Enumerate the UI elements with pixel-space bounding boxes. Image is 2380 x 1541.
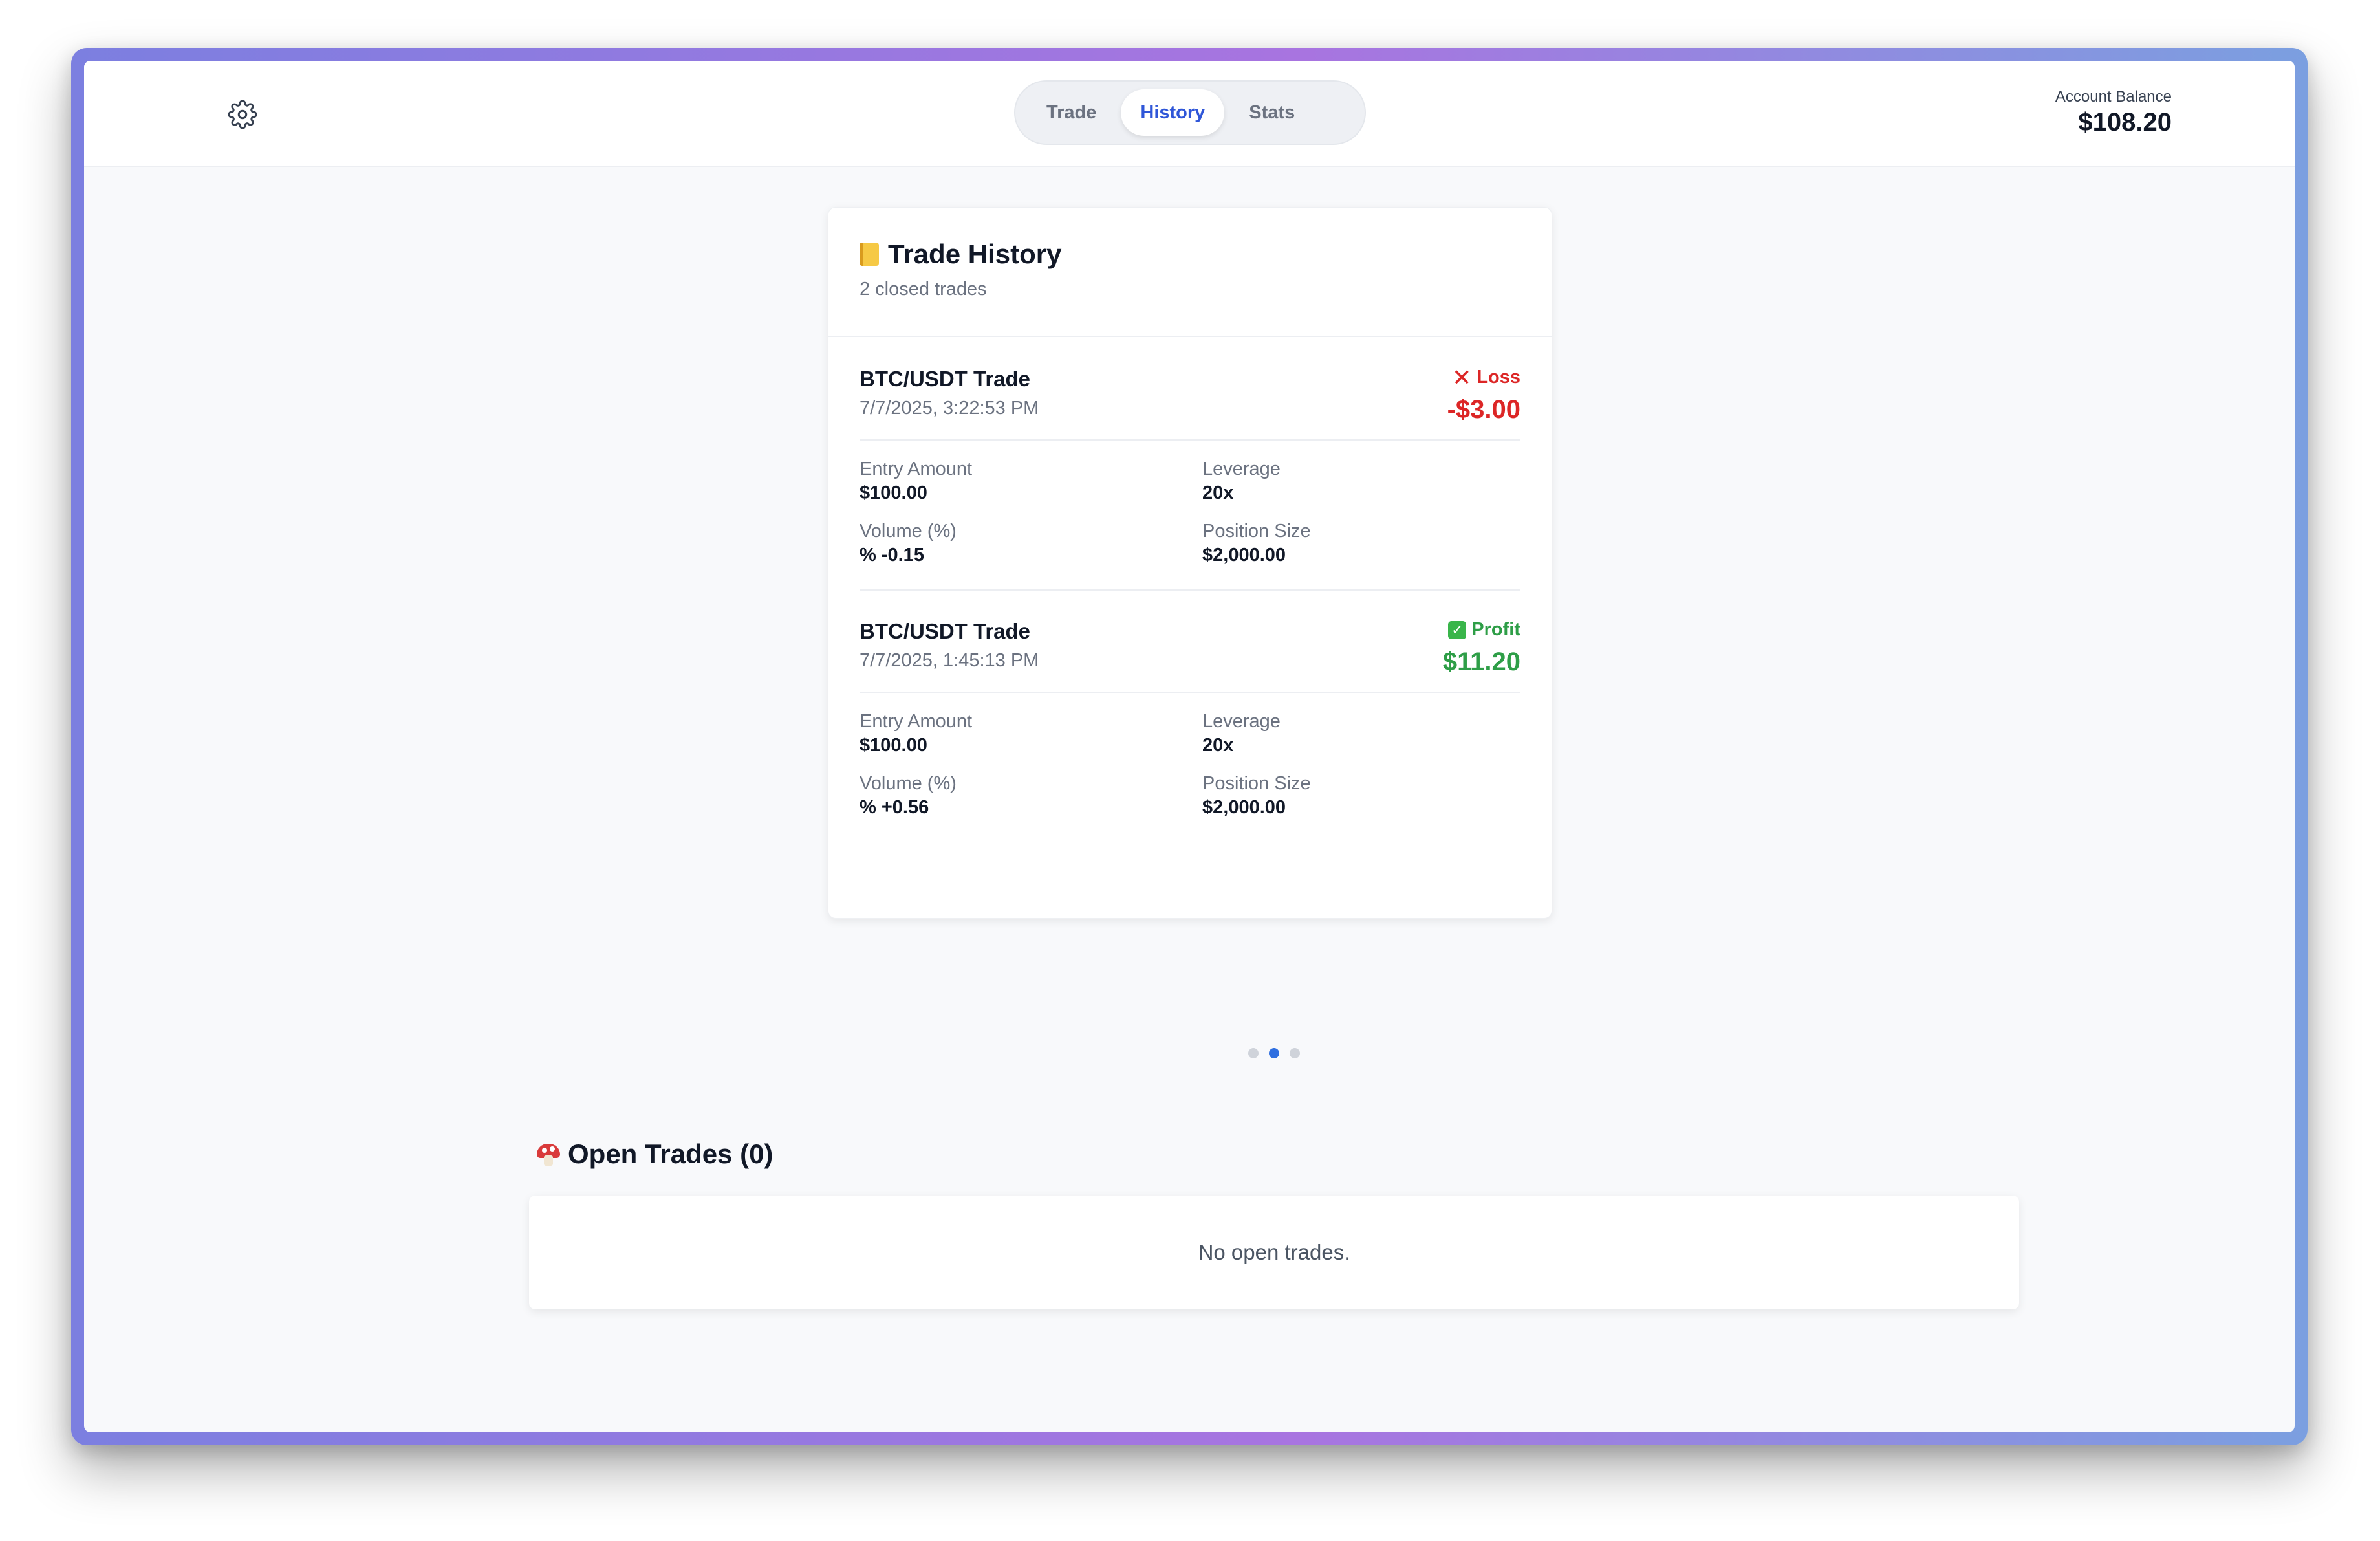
trade-pnl: $11.20 bbox=[1442, 648, 1520, 676]
leverage-value: 20x bbox=[1202, 735, 1234, 756]
trade-status: ✕ Loss bbox=[1452, 364, 1520, 391]
tab-stats[interactable]: Stats bbox=[1229, 89, 1314, 136]
trade-header: BTC/USDT Trade 7/7/2025, 1:45:13 PM ✓ Pr… bbox=[860, 589, 1520, 693]
leverage: Leverage 20x bbox=[1202, 710, 1281, 758]
check-mark-icon: ✓ bbox=[1448, 620, 1467, 639]
volume-label: Volume (%) bbox=[860, 521, 957, 541]
trade-item[interactable]: BTC/USDT Trade 7/7/2025, 1:45:13 PM ✓ Pr… bbox=[860, 589, 1520, 843]
trade-status-label: Loss bbox=[1477, 367, 1520, 388]
tab-trade[interactable]: Trade bbox=[1027, 89, 1116, 136]
mushroom-icon bbox=[537, 1142, 560, 1166]
trade-date: 7/7/2025, 1:45:13 PM bbox=[860, 650, 1039, 671]
trade-pnl: -$3.00 bbox=[1447, 395, 1520, 424]
position-size: Position Size $2,000.00 bbox=[1202, 772, 1311, 820]
balance-value: $108.20 bbox=[2078, 108, 2172, 137]
position-size-label: Position Size bbox=[1202, 773, 1311, 794]
empty-state-text: No open trades. bbox=[1198, 1240, 1350, 1264]
position-size-value: $2,000.00 bbox=[1202, 545, 1286, 565]
entry-amount-value: $100.00 bbox=[860, 735, 927, 756]
history-title-text: Trade History bbox=[888, 239, 1062, 269]
trade-date: 7/7/2025, 3:22:53 PM bbox=[860, 398, 1039, 419]
balance-label: Account Balance bbox=[2055, 88, 2172, 105]
position-size-label: Position Size bbox=[1202, 521, 1311, 541]
volume: Volume (%) % -0.15 bbox=[860, 519, 957, 567]
leverage-label: Leverage bbox=[1202, 459, 1281, 479]
history-header: Trade History 2 closed trades bbox=[828, 208, 1552, 337]
carousel-pager bbox=[1248, 1048, 1300, 1058]
cross-mark-icon: ✕ bbox=[1452, 364, 1472, 391]
volume-value: % -0.15 bbox=[860, 545, 924, 565]
open-trades-title-text: Open Trades (0) bbox=[568, 1139, 774, 1169]
leverage-label: Leverage bbox=[1202, 711, 1281, 732]
entry-amount-label: Entry Amount bbox=[860, 711, 973, 732]
entry-amount-value: $100.00 bbox=[860, 483, 927, 503]
ledger-icon bbox=[860, 243, 879, 266]
pager-dot-active[interactable] bbox=[1269, 1048, 1279, 1058]
trade-history-card: Trade History 2 closed trades BTC/USDT T… bbox=[828, 207, 1552, 919]
trade-item[interactable]: BTC/USDT Trade 7/7/2025, 3:22:53 PM ✕ Lo… bbox=[860, 337, 1520, 591]
position-size-value: $2,000.00 bbox=[1202, 797, 1286, 818]
trade-pair: BTC/USDT Trade bbox=[860, 619, 1031, 643]
history-title: Trade History bbox=[860, 237, 1520, 271]
position-size: Position Size $2,000.00 bbox=[1202, 519, 1311, 567]
tab-history[interactable]: History bbox=[1121, 89, 1225, 136]
trade-pair: BTC/USDT Trade bbox=[860, 367, 1031, 391]
pager-dot[interactable] bbox=[1248, 1048, 1259, 1058]
app-window: Trade History Stats Account Balance $108… bbox=[84, 61, 2295, 1432]
window-frame: Trade History Stats Account Balance $108… bbox=[71, 48, 2308, 1445]
volume-value: % +0.56 bbox=[860, 797, 929, 818]
top-bar: Trade History Stats Account Balance $108… bbox=[84, 61, 2295, 167]
gear-icon[interactable] bbox=[228, 100, 257, 129]
leverage-value: 20x bbox=[1202, 483, 1234, 503]
account-balance: Account Balance $108.20 bbox=[2055, 87, 2172, 137]
trade-status-label: Profit bbox=[1471, 619, 1520, 640]
leverage: Leverage 20x bbox=[1202, 457, 1281, 505]
trade-status: ✓ Profit bbox=[1448, 619, 1520, 640]
open-trades-title: Open Trades (0) bbox=[537, 1139, 773, 1170]
pager-dot[interactable] bbox=[1290, 1048, 1300, 1058]
trade-header: BTC/USDT Trade 7/7/2025, 3:22:53 PM ✕ Lo… bbox=[860, 337, 1520, 441]
trade-details: Entry Amount $100.00 Leverage 20x Volume… bbox=[860, 693, 1520, 843]
entry-amount: Entry Amount $100.00 bbox=[860, 457, 972, 505]
history-subtitle: 2 closed trades bbox=[860, 279, 987, 300]
trade-details: Entry Amount $100.00 Leverage 20x Volume… bbox=[860, 441, 1520, 591]
volume: Volume (%) % +0.56 bbox=[860, 772, 957, 820]
entry-amount-label: Entry Amount bbox=[860, 459, 973, 479]
open-trades-panel: No open trades. bbox=[529, 1196, 2019, 1309]
volume-label: Volume (%) bbox=[860, 773, 957, 794]
nav-tabs: Trade History Stats bbox=[1014, 80, 1366, 145]
entry-amount: Entry Amount $100.00 bbox=[860, 710, 972, 758]
